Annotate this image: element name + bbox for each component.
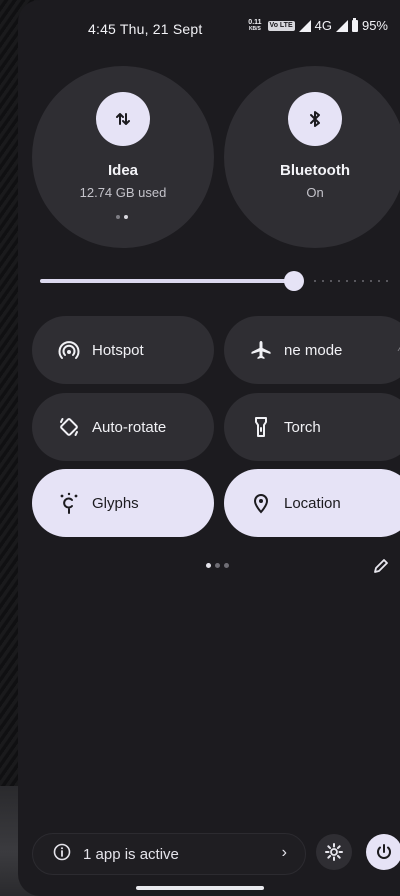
mobile-data-tile[interactable]: Idea 12.74 GB used	[32, 66, 214, 248]
hotspot-tile[interactable]: Hotspot	[32, 316, 214, 384]
network-type: 4G	[314, 18, 332, 33]
brightness-slider-track[interactable]	[40, 279, 294, 283]
brightness-slider-handle[interactable]	[284, 271, 304, 291]
auto-rotate-tile[interactable]: Auto-rotate	[32, 393, 214, 461]
edit-pencil-icon[interactable]	[372, 557, 390, 575]
network-speed: 0.11 KB/S	[248, 19, 261, 33]
airplane-icon	[250, 339, 272, 361]
network-speed-unit: KB/S	[248, 25, 261, 32]
location-tile[interactable]: Location	[224, 469, 400, 537]
torch-icon	[250, 416, 272, 438]
mobile-data-title: Idea	[107, 162, 138, 179]
gear-icon	[325, 843, 343, 861]
battery-icon	[351, 17, 358, 32]
battery-percent: 95%	[361, 18, 388, 33]
bluetooth-tile[interactable]: Bluetooth On	[224, 66, 400, 248]
auto-rotate-icon	[58, 416, 80, 438]
airplane-mode-tile[interactable]: ne mode ⁄	[224, 316, 400, 384]
active-apps-label: 1 app is active	[83, 845, 179, 863]
sim-indicator-dots	[116, 215, 128, 219]
location-label: Location	[284, 494, 341, 512]
glyphs-label: Glyphs	[92, 494, 139, 512]
airplane-mode-label: ne mode	[284, 341, 343, 359]
active-apps-button[interactable]: 1 app is active ›	[32, 833, 306, 875]
settings-button[interactable]	[316, 834, 352, 870]
status-time-date: 4:45 Thu, 21 Sept	[88, 21, 203, 37]
volte-icon: Vo LTE	[267, 20, 295, 31]
mobile-data-icon	[96, 92, 150, 146]
location-icon	[250, 492, 272, 514]
hotspot-label: Hotspot	[92, 341, 144, 359]
power-icon	[377, 844, 391, 859]
brightness-slider-remaining	[314, 280, 388, 282]
mobile-data-usage: 12.74 GB used	[79, 185, 167, 200]
gesture-handle[interactable]	[136, 886, 264, 890]
quick-settings-panel: 4:45 Thu, 21 Sept 0.11 KB/S Vo LTE 4G 95…	[18, 0, 400, 896]
signal-icon	[298, 19, 311, 32]
torch-tile[interactable]: Torch	[224, 393, 400, 461]
glyphs-tile[interactable]: Glyphs	[32, 469, 214, 537]
bluetooth-icon	[288, 92, 342, 146]
status-icons: 0.11 KB/S Vo LTE 4G 95%	[248, 17, 388, 33]
bluetooth-title: Bluetooth	[280, 162, 350, 179]
signal-icon-2	[335, 19, 348, 32]
power-button[interactable]	[366, 834, 400, 870]
network-speed-value: 0.11	[248, 18, 262, 26]
glyphs-icon	[58, 492, 80, 514]
bluetooth-status: On	[306, 185, 324, 200]
page-indicator	[206, 563, 229, 568]
torch-label: Torch	[284, 418, 321, 436]
hotspot-icon	[58, 339, 80, 361]
auto-rotate-label: Auto-rotate	[92, 418, 167, 436]
info-icon	[53, 843, 71, 865]
chevron-right-icon: ›	[281, 844, 287, 861]
